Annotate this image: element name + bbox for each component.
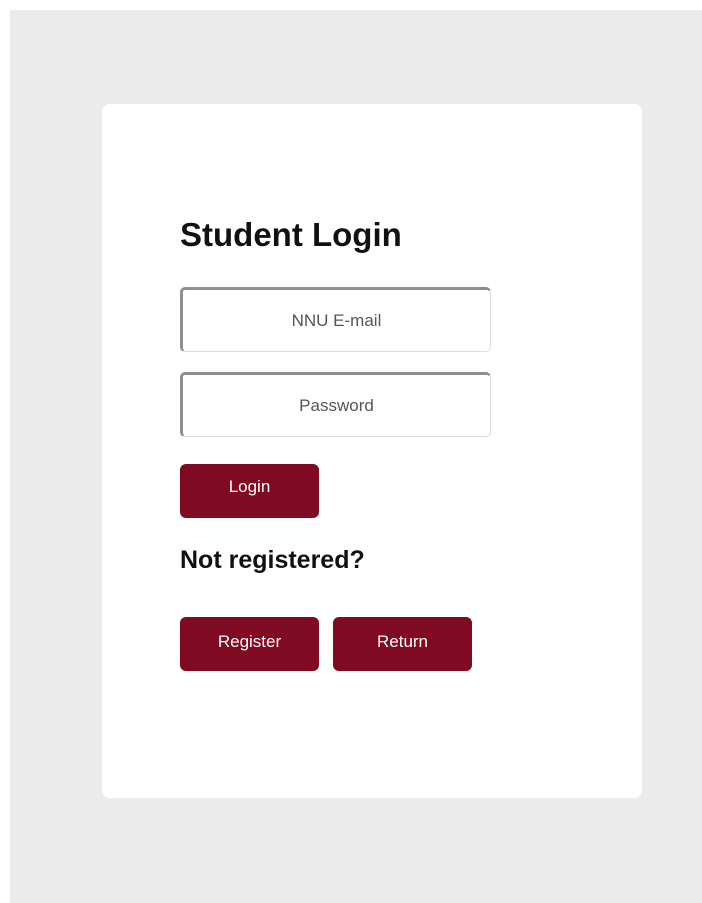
email-field[interactable] (180, 287, 491, 352)
page-title: Student Login (180, 216, 402, 253)
page-background: Student Login Login Not registered? Regi… (10, 10, 702, 903)
return-button[interactable]: Return (333, 617, 472, 671)
password-field[interactable] (180, 372, 491, 437)
login-button[interactable]: Login (180, 464, 319, 518)
login-card: Student Login Login Not registered? Regi… (102, 104, 642, 798)
register-prompt: Not registered? (180, 546, 365, 574)
register-button[interactable]: Register (180, 617, 319, 671)
